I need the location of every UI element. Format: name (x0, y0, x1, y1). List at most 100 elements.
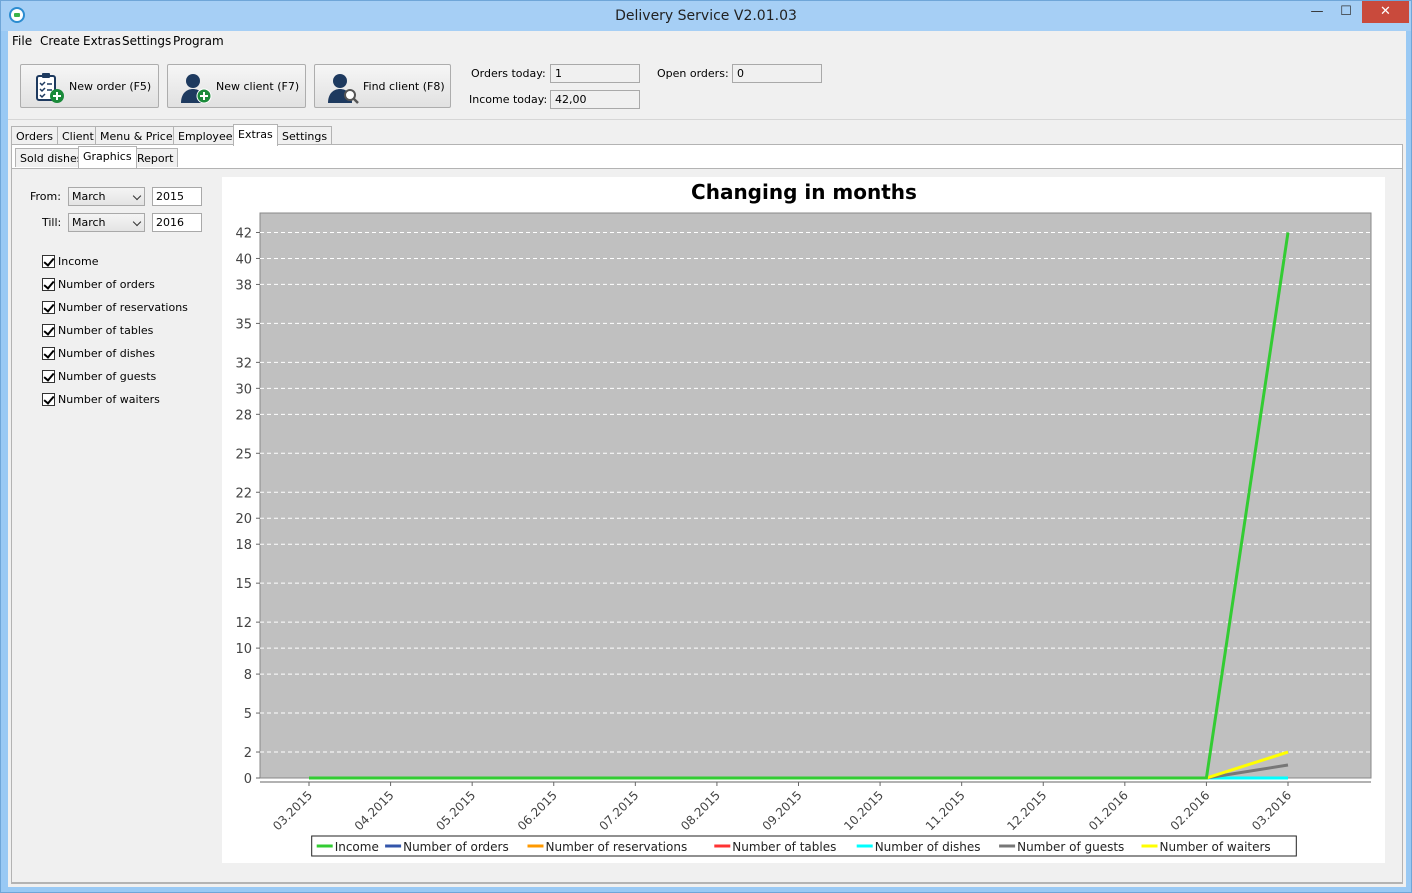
checkbox-label: Income (58, 255, 99, 268)
legend-label: Income (335, 840, 379, 854)
y-tick-label: 20 (235, 512, 252, 527)
new-order-button[interactable]: New order (F5) (20, 64, 159, 108)
y-tick-label: 5 (244, 707, 252, 722)
legend-label: Number of dishes (875, 840, 981, 854)
find-client-button[interactable]: Find client (F8) (314, 64, 451, 108)
x-tick-label: 06.2015 (515, 788, 560, 833)
y-tick-label: 25 (235, 447, 252, 462)
checkbox-label: Number of reservations (58, 301, 188, 314)
check-icon[interactable] (42, 301, 55, 314)
legend-label: Number of guests (1017, 840, 1124, 854)
check-icon[interactable] (42, 255, 55, 268)
y-tick-label: 10 (235, 642, 252, 657)
check-icon[interactable] (42, 347, 55, 360)
client-area: File Create Extras Settings Program New … (8, 31, 1406, 887)
till-month-value: March (72, 216, 106, 229)
till-month-select[interactable]: March (68, 213, 145, 232)
income-today-field: 42,00 (550, 90, 640, 109)
y-tick-label: 18 (235, 538, 252, 553)
menu-create[interactable]: Create (40, 34, 80, 48)
from-month-value: March (72, 190, 106, 203)
income-today-label: Income today: (469, 93, 548, 106)
y-tick-label: 8 (244, 668, 252, 683)
orders-today-field: 1 (550, 64, 640, 83)
new-client-button[interactable]: New client (F7) (167, 64, 306, 108)
check-icon[interactable] (42, 324, 55, 337)
legend-label: Number of orders (403, 840, 509, 854)
graphics-panel: From: March 2015 Till: March 2016 Income… (12, 168, 1402, 883)
menu-program[interactable]: Program (173, 34, 224, 48)
x-tick-label: 05.2015 (433, 788, 478, 833)
check-icon[interactable] (42, 370, 55, 383)
tab-graphics[interactable]: Graphics (78, 146, 137, 168)
x-tick-label: 11.2015 (923, 788, 968, 833)
y-tick-label: 15 (235, 577, 252, 592)
check-icon[interactable] (42, 278, 55, 291)
open-orders-field: 0 (732, 64, 822, 83)
clipboard-add-icon (36, 73, 64, 103)
tab-sold-dishes[interactable]: Sold dishes (15, 148, 88, 167)
chevron-down-icon (132, 191, 142, 201)
menu-bar: File Create Extras Settings Program (8, 31, 1406, 52)
new-order-label: New order (F5) (69, 80, 152, 93)
x-tick-label: 04.2015 (352, 788, 397, 833)
y-tick-label: 30 (235, 382, 252, 397)
menu-settings[interactable]: Settings (122, 34, 171, 48)
y-tick-label: 35 (235, 317, 252, 332)
user-add-icon (181, 74, 212, 104)
checkbox-label: Number of waiters (58, 393, 160, 406)
toolbar: New order (F5) New client (F7) Find clie… (8, 52, 1406, 120)
tab-extras[interactable]: Extras (233, 124, 278, 146)
menu-extras[interactable]: Extras (83, 34, 121, 48)
x-tick-label: 08.2015 (678, 788, 723, 833)
chart-area: Changing in months 0 2 5 8 10 12 15 18 20 22 25 28 3… (222, 177, 1385, 863)
legend-label: Number of tables (732, 840, 836, 854)
y-tick-label: 22 (235, 486, 252, 501)
checkbox-label: Number of dishes (58, 347, 156, 360)
tab-orders[interactable]: Orders (11, 126, 58, 145)
tab-menu-prices[interactable]: Menu & Prices (95, 126, 184, 145)
tab-client[interactable]: Client (57, 126, 99, 145)
x-tick-label: 03.2015 (270, 788, 315, 833)
legend-label: Number of reservations (546, 840, 688, 854)
x-tick-label: 12.2015 (1004, 788, 1049, 833)
user-search-icon (328, 74, 359, 104)
from-label: From: (30, 190, 61, 203)
from-year-input[interactable]: 2015 (152, 187, 202, 206)
from-month-select[interactable]: March (68, 187, 145, 206)
check-icon[interactable] (42, 393, 55, 406)
plot-area (259, 212, 1372, 779)
y-tick-label: 40 (235, 252, 252, 267)
orders-today-label: Orders today: (471, 67, 546, 80)
y-tick-label: 12 (235, 616, 252, 631)
find-client-label: Find client (F8) (363, 80, 445, 93)
app-window: Delivery Service V2.01.03 — ☐ ✕ File Cre… (0, 0, 1412, 893)
minimize-button[interactable]: — (1304, 1, 1330, 23)
new-client-label: New client (F7) (216, 80, 300, 93)
y-tick-label: 2 (244, 746, 252, 761)
x-tick-label: 07.2015 (596, 788, 641, 833)
y-tick-label: 28 (235, 408, 252, 423)
x-tick-label: 03.2016 (1249, 788, 1294, 833)
title-bar[interactable]: Delivery Service V2.01.03 — ☐ ✕ (1, 1, 1411, 31)
checkbox-label: Number of orders (58, 278, 155, 291)
checkbox-label: Number of tables (58, 324, 154, 337)
chart-title: Changing in months (691, 180, 917, 204)
x-tick-label: 10.2015 (841, 788, 886, 833)
tab-settings[interactable]: Settings (277, 126, 333, 145)
open-orders-label: Open orders: (657, 67, 729, 80)
window-title: Delivery Service V2.01.03 (615, 8, 797, 24)
menu-file[interactable]: File (12, 34, 32, 48)
y-tick-label: 0 (244, 772, 252, 787)
close-button[interactable]: ✕ (1362, 1, 1409, 23)
x-tick-label: 09.2015 (760, 788, 805, 833)
line-chart: Changing in months 025810121518202225283… (235, 180, 1372, 857)
maximize-button[interactable]: ☐ (1333, 1, 1359, 23)
y-tick-label: 32 (235, 356, 252, 371)
tab-report[interactable]: Report (132, 148, 179, 167)
y-tick-label: 38 (235, 278, 252, 293)
chevron-down-icon (132, 217, 142, 227)
till-year-input[interactable]: 2016 (152, 213, 202, 232)
checkbox-label: Number of guests (58, 370, 157, 383)
legend-label: Number of waiters (1160, 840, 1271, 854)
